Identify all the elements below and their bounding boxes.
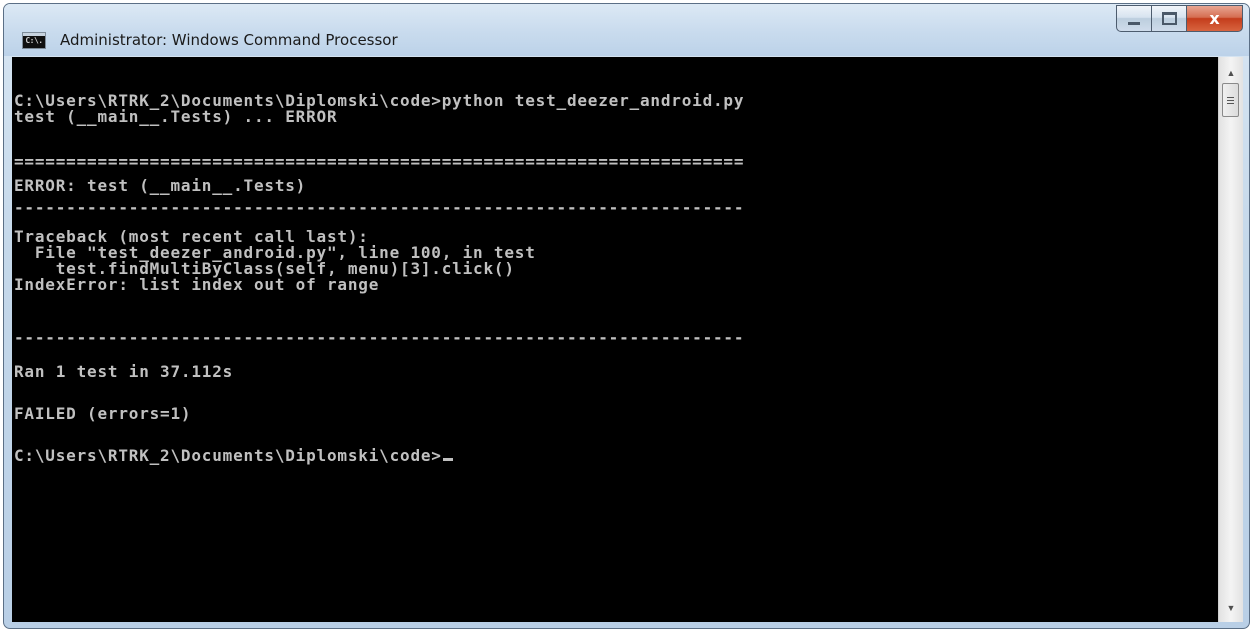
console-separator: ----------------------------------------…: [14, 328, 745, 347]
command-prompt-window: C:\. Administrator: Windows Command Proc…: [3, 3, 1250, 629]
grip-line-icon: [1227, 96, 1234, 98]
scroll-thumb[interactable]: [1222, 83, 1239, 117]
text-cursor: [442, 458, 453, 461]
cmd-app-icon[interactable]: C:\.: [22, 32, 46, 49]
scroll-up-arrow-icon[interactable]: ▲: [1219, 63, 1243, 83]
console-output[interactable]: C:\Users\RTRK_2\Documents\Diplomski\code…: [12, 57, 1218, 622]
console-line: FAILED (errors=1): [14, 404, 192, 423]
maximize-icon: [1161, 12, 1177, 25]
console-line: IndexError: list index out of range: [14, 275, 380, 294]
title-bar[interactable]: C:\. Administrator: Windows Command Proc…: [4, 4, 1249, 56]
minimize-button[interactable]: [1116, 5, 1151, 32]
console-prompt-line[interactable]: C:\Users\RTRK_2\Documents\Diplomski\code…: [14, 448, 453, 464]
console-prompt: C:\Users\RTRK_2\Documents\Diplomski\code…: [14, 446, 442, 465]
vertical-scrollbar[interactable]: ▲ ▼: [1218, 57, 1243, 622]
window-title: Administrator: Windows Command Processor: [60, 31, 398, 49]
console-line: test (__main__.Tests) ... ERROR: [14, 107, 338, 126]
console-line: Ran 1 test in 37.112s: [14, 362, 234, 381]
grip-line-icon: [1227, 102, 1234, 104]
minimize-icon: [1128, 21, 1140, 25]
close-button[interactable]: x: [1186, 5, 1243, 32]
maximize-button[interactable]: [1151, 5, 1186, 32]
grip-line-icon: [1227, 99, 1234, 101]
window-controls: x: [1116, 5, 1243, 34]
console-separator: ----------------------------------------…: [14, 198, 745, 217]
close-icon: x: [1209, 8, 1220, 28]
console-line: ERROR: test (__main__.Tests): [14, 176, 307, 195]
scroll-down-arrow-icon[interactable]: ▼: [1219, 598, 1243, 618]
console-separator: ========================================…: [14, 152, 745, 171]
